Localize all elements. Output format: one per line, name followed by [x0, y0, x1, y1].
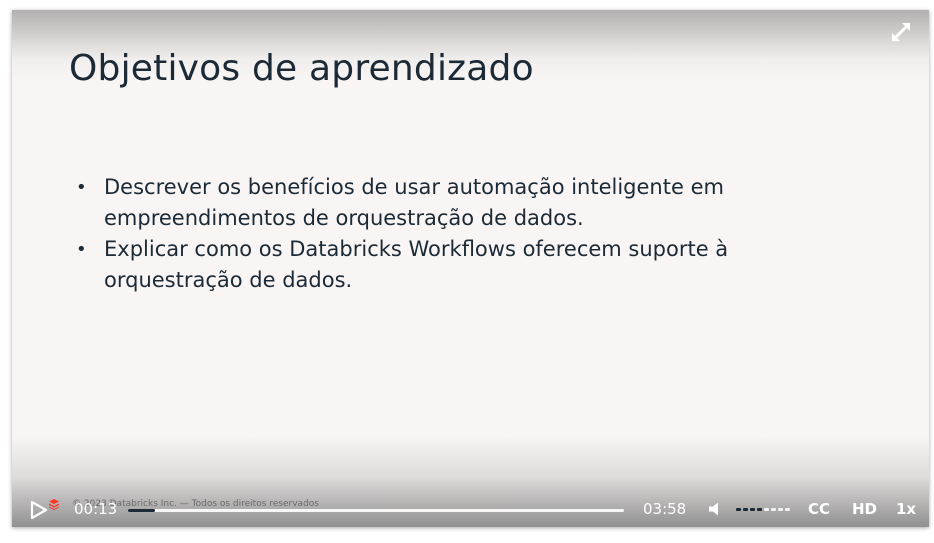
progress-fill — [128, 509, 156, 512]
list-item: • Explicar como os Databricks Workflows … — [74, 234, 754, 296]
volume-dot — [750, 508, 755, 511]
quality-button[interactable]: HD — [852, 500, 877, 518]
volume-dot — [764, 508, 769, 511]
volume-dot — [736, 508, 741, 511]
list-item: • Descrever os benefícios de usar automa… — [74, 172, 754, 234]
volume-dot — [785, 508, 790, 511]
video-player[interactable]: Objetivos de aprendizado • Descrever os … — [12, 10, 929, 527]
volume-dot — [743, 508, 748, 511]
volume-dot — [757, 508, 762, 511]
total-time: 03:58 — [643, 500, 687, 518]
player-controls: 00:13 03:58 CC HD 1x — [12, 491, 929, 527]
current-time: 00:13 — [74, 500, 118, 518]
bullet-dot: • — [76, 177, 87, 198]
volume-dot — [771, 508, 776, 511]
bullet-dot: • — [76, 239, 87, 260]
volume-slider[interactable] — [736, 508, 792, 512]
bullet-list: • Descrever os benefícios de usar automa… — [74, 172, 754, 296]
play-icon[interactable] — [30, 500, 48, 520]
volume-dot — [778, 508, 783, 511]
progress-bar[interactable] — [128, 509, 624, 512]
bullet-text: Explicar como os Databricks Workflows of… — [104, 237, 729, 292]
bullet-text: Descrever os benefícios de usar automaçã… — [104, 175, 724, 230]
playback-rate-button[interactable]: 1x — [896, 500, 916, 518]
captions-button[interactable]: CC — [808, 500, 830, 518]
volume-icon[interactable] — [707, 501, 723, 517]
expand-icon[interactable] — [891, 22, 911, 42]
slide-title: Objetivos de aprendizado — [69, 48, 534, 89]
